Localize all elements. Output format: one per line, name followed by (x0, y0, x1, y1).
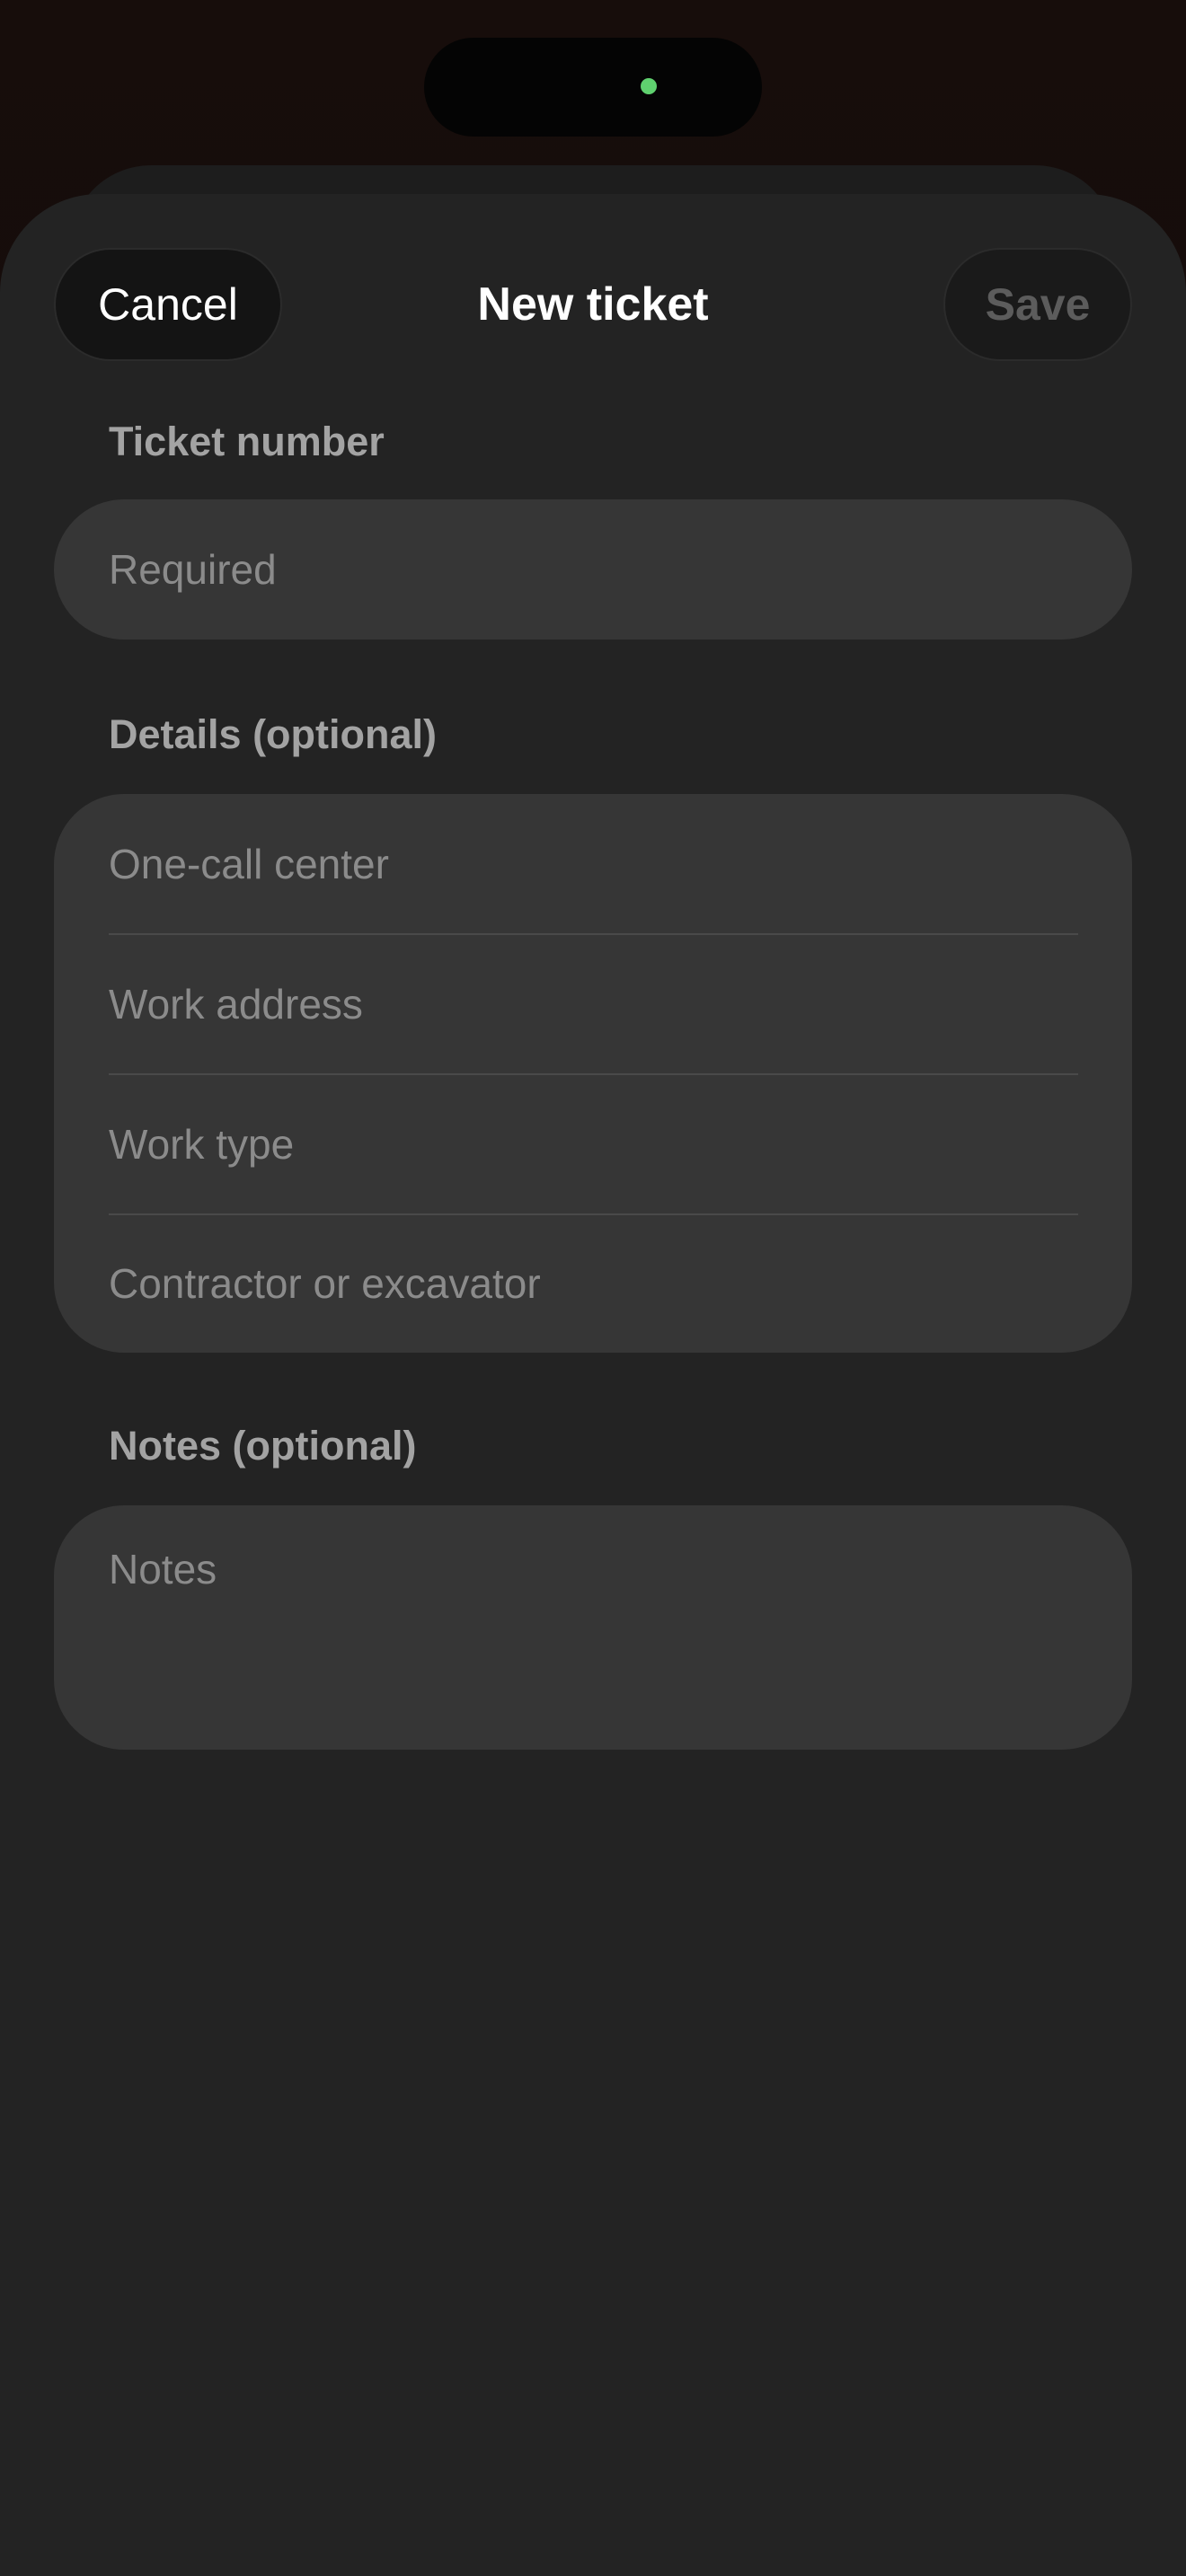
work-type-placeholder: Work type (109, 1121, 295, 1168)
notes-placeholder: Notes (109, 1546, 217, 1592)
work-address-placeholder: Work address (109, 981, 363, 1028)
work-type-field[interactable]: Work type (54, 1074, 1132, 1214)
notes-label: Notes (optional) (109, 1423, 417, 1469)
one-call-center-field[interactable]: One-call center (54, 794, 1132, 934)
camera-indicator-icon (641, 78, 657, 94)
ticket-number-field[interactable]: Required (54, 499, 1132, 640)
new-ticket-sheet: Cancel New ticket Save Ticket number Req… (0, 194, 1186, 2576)
details-group: One-call center Work address Work type C… (54, 794, 1132, 1353)
screen: Cancel New ticket Save Ticket number Req… (0, 0, 1186, 2576)
notes-field[interactable]: Notes (54, 1505, 1132, 1750)
contractor-placeholder: Contractor or excavator (109, 1260, 541, 1307)
save-button[interactable]: Save (943, 248, 1132, 361)
details-label: Details (optional) (109, 711, 438, 757)
contractor-field[interactable]: Contractor or excavator (54, 1213, 1132, 1354)
dynamic-island (424, 38, 762, 137)
work-address-field[interactable]: Work address (54, 934, 1132, 1074)
one-call-center-placeholder: One-call center (109, 841, 389, 887)
ticket-number-placeholder: Required (109, 546, 277, 593)
ticket-number-label: Ticket number (109, 419, 385, 464)
